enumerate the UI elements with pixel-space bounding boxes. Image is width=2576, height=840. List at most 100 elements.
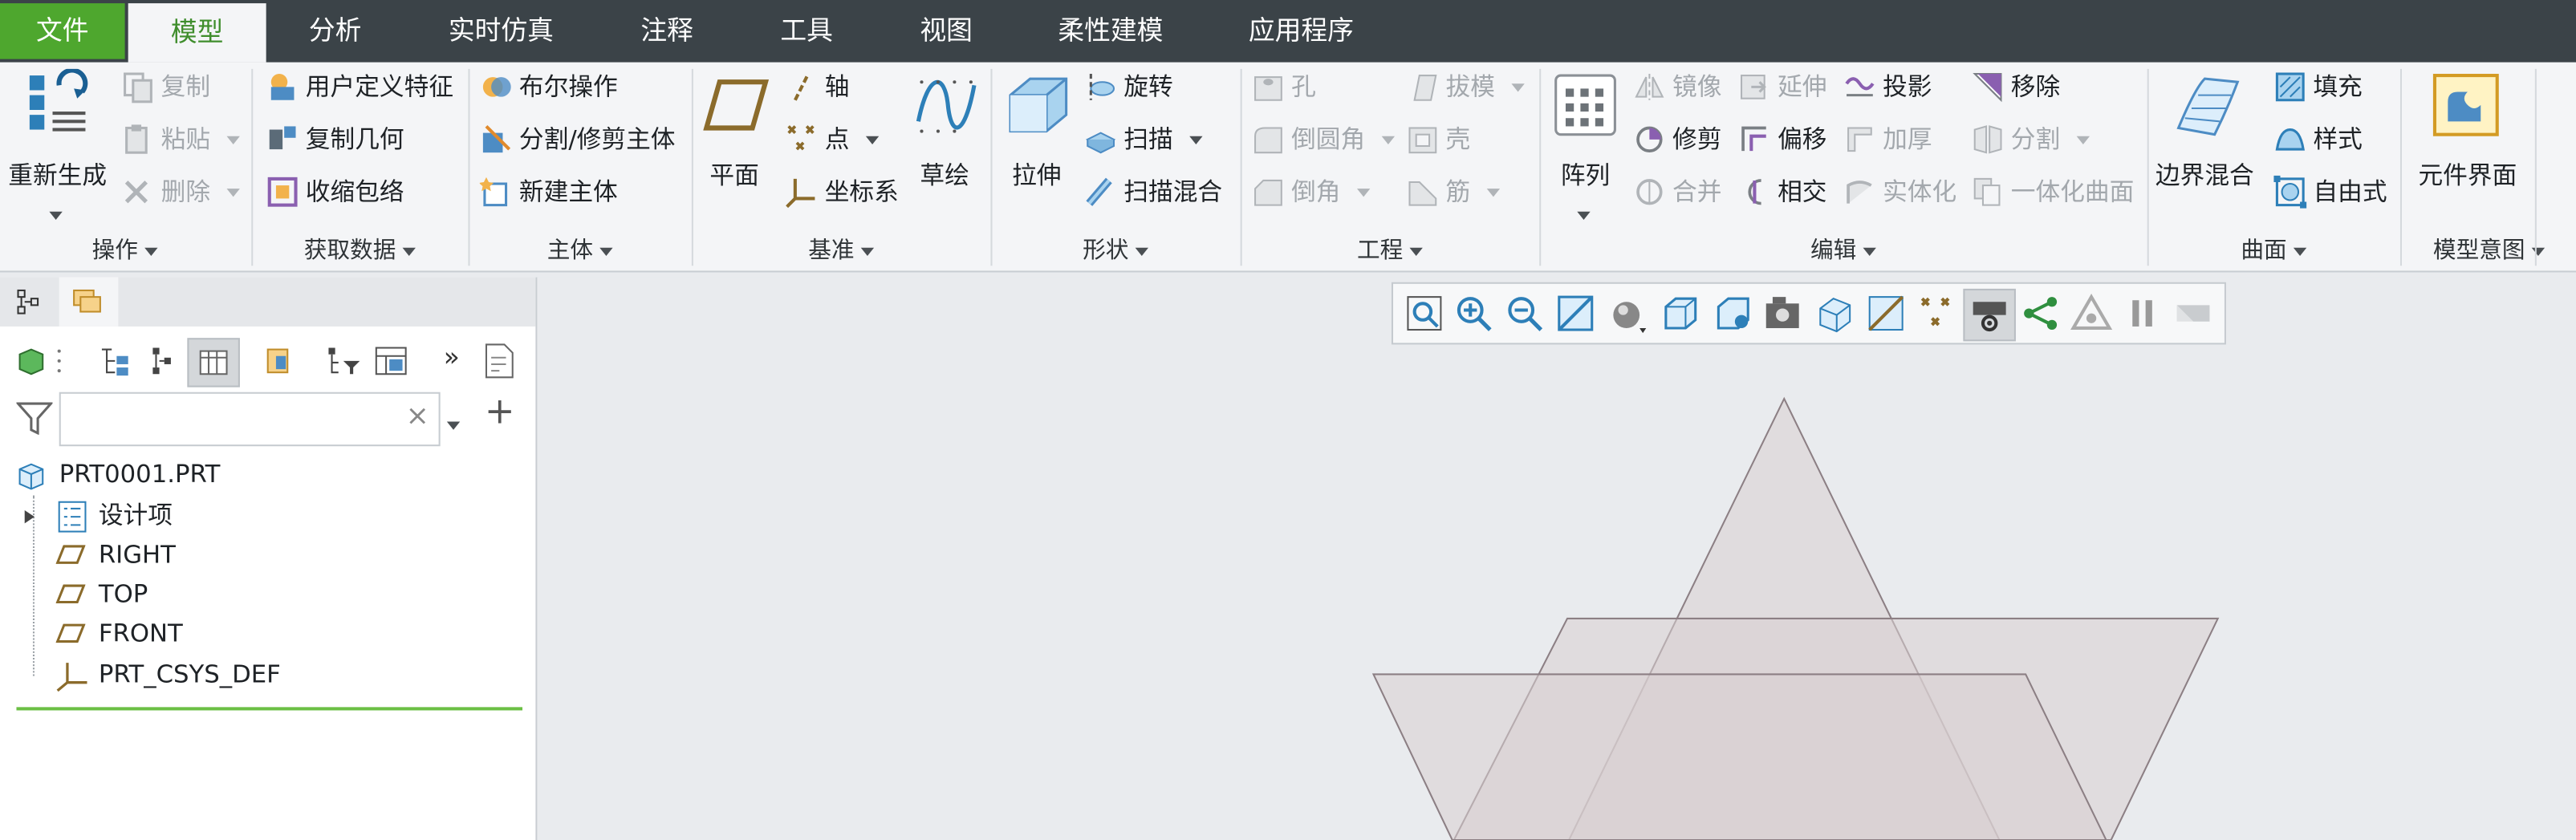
group-model-intent[interactable]: 模型意图 [2402, 236, 2576, 266]
appearance-icon[interactable] [2070, 292, 2113, 335]
split-trim-body-button[interactable]: 分割/修剪主体 [480, 118, 676, 160]
datum-axis-button[interactable]: 轴 [786, 66, 849, 108]
insert-here-indicator[interactable] [16, 707, 523, 711]
offset-button[interactable]: 偏移 [1738, 118, 1827, 160]
copy-geometry-button[interactable]: 复制几何 [266, 118, 404, 160]
tab-file[interactable]: 文件 [0, 3, 125, 59]
annotation-display-icon[interactable] [1916, 292, 1958, 335]
tab-annotate[interactable]: 注释 [607, 6, 725, 55]
merge-button[interactable]: 合并 [1633, 171, 1721, 213]
group-operations[interactable]: 操作 [0, 236, 250, 266]
tree-item-right[interactable]: RIGHT [55, 537, 176, 573]
mirror-button[interactable]: 镜像 [1633, 66, 1721, 108]
view-tools-icon[interactable] [2019, 292, 2062, 335]
add-filter-icon[interactable]: + [485, 395, 515, 432]
group-get-data[interactable]: 获取数据 [253, 236, 466, 266]
round-button[interactable]: 倒圆角 [1252, 118, 1396, 160]
tree-search-input[interactable]: × [59, 392, 441, 447]
hole-button[interactable]: 孔 [1252, 66, 1316, 108]
freestyle-button[interactable]: 自由式 [2273, 171, 2387, 213]
extrude-button[interactable]: 拉伸 [999, 69, 1075, 213]
clear-search-icon[interactable]: × [406, 400, 429, 433]
perspective-view-icon[interactable] [1763, 292, 1806, 335]
delete-button[interactable]: 删除 [121, 171, 240, 213]
shrinkwrap-button[interactable]: 收缩包络 [266, 171, 404, 213]
more-tools-icon[interactable]: » [444, 341, 460, 372]
tab-view[interactable]: 视图 [887, 6, 1005, 55]
search-options-dropdown-icon[interactable] [446, 408, 461, 440]
saved-orientations-icon[interactable] [1660, 292, 1702, 335]
udf-button[interactable]: 用户定义特征 [266, 66, 453, 108]
tab-analysis[interactable]: 分析 [273, 6, 398, 55]
tree-filters-icon[interactable] [148, 346, 181, 375]
filter-tree-icon[interactable] [325, 346, 361, 375]
tree-item-front[interactable]: FRONT [55, 615, 183, 651]
boolean-operations-button[interactable]: 布尔操作 [480, 66, 618, 108]
trim-button[interactable]: 修剪 [1633, 118, 1721, 160]
unify-surface-button[interactable]: 一体化曲面 [1972, 171, 2134, 213]
intersect-button[interactable]: 相交 [1738, 171, 1827, 213]
regenerate-dropdown-icon[interactable] [49, 200, 63, 229]
chamfer-button[interactable]: 倒角 [1252, 171, 1371, 213]
paste-button[interactable]: 粘贴 [121, 118, 240, 160]
group-shapes[interactable]: 形状 [993, 236, 1239, 266]
split-surface-button[interactable]: 分割 [1972, 118, 2090, 160]
section-icon[interactable] [1814, 292, 1856, 335]
zoom-in-icon[interactable] [1453, 292, 1495, 335]
pause-icon[interactable] [2121, 292, 2164, 335]
tab-tools[interactable]: 工具 [747, 6, 865, 55]
tree-item-design-items[interactable]: 设计项 [23, 497, 173, 534]
tab-model[interactable]: 模型 [128, 3, 266, 63]
tree-columns-button[interactable] [187, 338, 240, 388]
group-engineering[interactable]: 工程 [1242, 236, 1538, 266]
zoom-out-icon[interactable] [1503, 292, 1546, 335]
group-surfaces[interactable]: 曲面 [2149, 236, 2399, 266]
pattern-button[interactable]: 阵列 [1547, 69, 1623, 221]
thicken-button[interactable]: 加厚 [1843, 118, 1932, 160]
revolve-button[interactable]: 旋转 [1084, 66, 1173, 108]
graphics-window[interactable] [537, 277, 2576, 840]
flip-icon[interactable] [2172, 292, 2214, 335]
show-icon[interactable] [263, 346, 293, 375]
refit-icon[interactable] [1403, 292, 1445, 335]
filter-icon[interactable] [16, 402, 53, 435]
tab-simulate[interactable]: 实时仿真 [419, 6, 583, 55]
copy-button[interactable]: 复制 [121, 66, 210, 108]
display-style-icon[interactable] [1607, 292, 1649, 335]
fill-button[interactable]: 填充 [2273, 66, 2363, 108]
datum-display-filters-icon[interactable] [1865, 292, 1908, 335]
regenerate-button[interactable]: 重新生成 [3, 68, 112, 221]
tab-flexible-modeling[interactable]: 柔性建模 [1029, 6, 1193, 55]
part-icon[interactable] [16, 346, 46, 375]
new-body-button[interactable]: 新建主体 [479, 171, 618, 213]
rib-button[interactable]: 筋 [1406, 171, 1501, 213]
datum-point-button[interactable]: 点 [786, 118, 880, 160]
tree-settings-icon[interactable] [99, 346, 132, 376]
folder-browser-tab[interactable] [59, 277, 119, 327]
datum-plane-button[interactable]: 平面 [700, 69, 775, 213]
group-body[interactable]: 主体 [469, 236, 689, 266]
group-datum[interactable]: 基准 [693, 236, 989, 266]
group-editing[interactable]: 编辑 [1541, 236, 2145, 266]
remove-button[interactable]: 移除 [1972, 66, 2060, 108]
draft-button[interactable]: 拔模 [1406, 66, 1525, 108]
component-interface-button[interactable]: 元件界面 [2411, 69, 2523, 213]
sweep-button[interactable]: 扫描 [1084, 118, 1203, 160]
boundary-blend-button[interactable]: 边界混合 [2155, 69, 2261, 213]
layers-icon[interactable] [375, 346, 408, 375]
model-tree-tab[interactable] [6, 281, 55, 323]
repaint-icon[interactable] [1554, 292, 1597, 335]
tree-item-csys[interactable]: PRT_CSYS_DEF [56, 656, 281, 692]
tree-document-icon[interactable] [483, 343, 516, 379]
sketch-button[interactable]: 草绘 [907, 69, 982, 213]
spin-center-button[interactable] [1963, 288, 2016, 342]
project-button[interactable]: 投影 [1843, 66, 1932, 108]
tree-root-item[interactable]: PRT0001.PRT [16, 456, 220, 492]
solidify-button[interactable]: 实体化 [1843, 171, 1956, 213]
tab-applications[interactable]: 应用程序 [1219, 6, 1383, 55]
expand-arrow-icon[interactable] [23, 509, 36, 525]
view-manager-icon[interactable] [1712, 292, 1754, 335]
pattern-dropdown-icon[interactable] [1577, 200, 1591, 229]
tree-item-top[interactable]: TOP [55, 576, 148, 612]
swept-blend-button[interactable]: 扫描混合 [1084, 171, 1222, 213]
